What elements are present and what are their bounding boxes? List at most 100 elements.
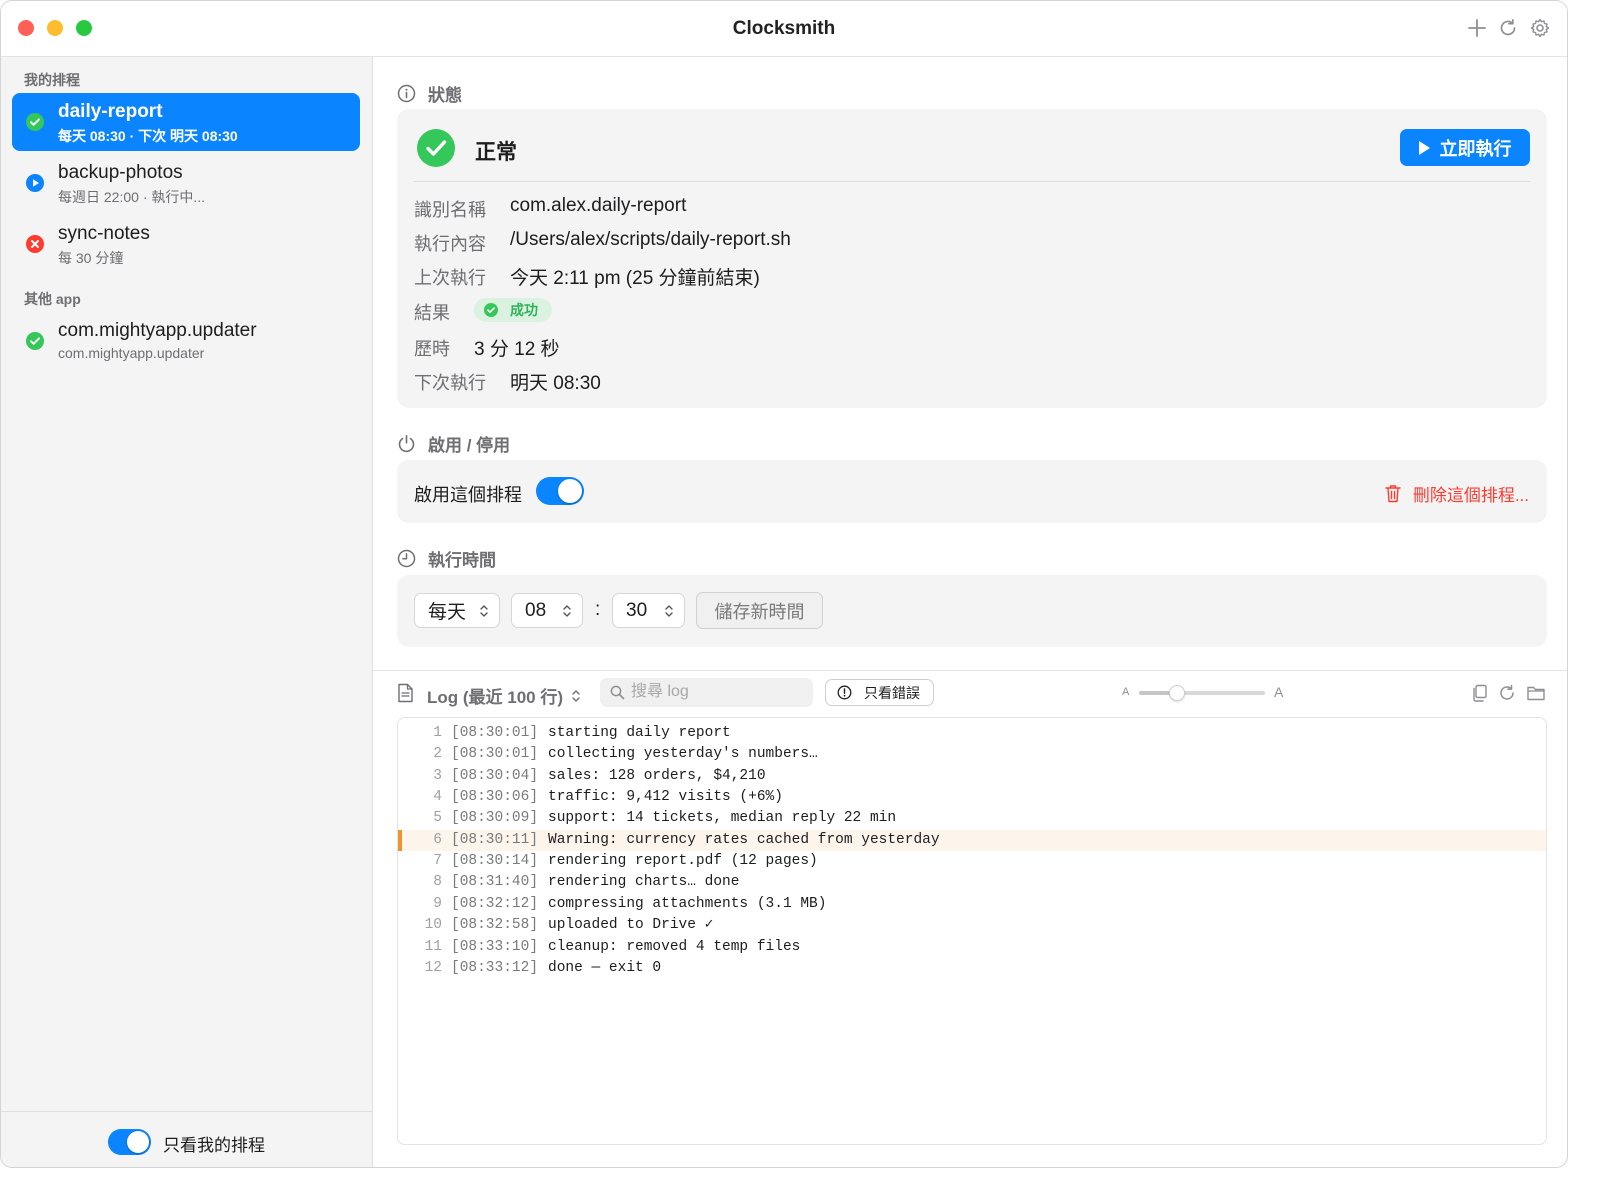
log-line-message: rendering charts… done [548, 874, 740, 891]
font-size-large-label: A [1274, 684, 1284, 700]
errors-only-label: 只看錯誤 [864, 684, 920, 701]
log-line-message: traffic: 9,412 visits (+6%) [548, 789, 783, 806]
frequency-value: 每天 [428, 602, 467, 623]
log-line-number: 10 [424, 917, 442, 934]
run-now-label: 立即執行 [1439, 138, 1512, 159]
log-line: 5 [08:30:09] support: 14 tickets, median r… [398, 808, 1546, 829]
plus-icon[interactable] [1466, 17, 1488, 39]
clock-icon [397, 549, 416, 568]
refresh-icon[interactable] [1497, 17, 1519, 39]
delete-schedule-label: 刪除這個排程... [1412, 486, 1529, 505]
log-line-timestamp: [08:30:04] [451, 767, 539, 784]
log-line-timestamp: [08:31:40] [451, 874, 539, 891]
search-icon [610, 685, 625, 700]
play-icon [1418, 140, 1430, 155]
log-search-field [600, 678, 813, 707]
enable-card: 啟用這個排程 刪除這個排程... [397, 460, 1547, 523]
log-line-number: 9 [433, 895, 442, 912]
sidebar: 我的排程 daily-report 每天 08:30 · 下次 明天 08:30… [1, 57, 373, 1167]
success-icon [26, 332, 44, 350]
time-section-header: 執行時間 [397, 546, 496, 571]
log-line-timestamp: [08:30:01] [451, 725, 539, 741]
log-line-number: 7 [433, 853, 442, 870]
log-line-message: rendering report.pdf (12 pages) [548, 853, 818, 870]
log-line-timestamp: [08:30:06] [451, 789, 539, 806]
chevron-updown-icon [563, 605, 571, 617]
frequency-select[interactable]: 每天 [414, 593, 500, 628]
log-line: 2 [08:30:01] collecting yesterday's number… [398, 744, 1546, 765]
status-section-title: 狀態 [428, 86, 462, 105]
run-now-button[interactable]: 立即執行 [1400, 129, 1530, 166]
status-card: 正常 立即執行 識別名稱 com.alex.daily-report 執行內容 … [397, 109, 1547, 408]
log-line-number: 6 [433, 831, 442, 848]
error-icon [26, 235, 44, 253]
minute-select[interactable]: 30 [612, 593, 685, 628]
chevron-updown-icon [480, 605, 488, 617]
enable-section-title: 啟用 / 停用 [428, 436, 511, 455]
font-size-slider[interactable] [1139, 685, 1265, 701]
sidebar-item-daily-report[interactable]: daily-report 每天 08:30 · 下次 明天 08:30 [12, 93, 360, 151]
running-icon [26, 174, 44, 192]
log-line-timestamp: [08:30:11] [451, 831, 539, 848]
log-line-timestamp: [08:32:58] [451, 917, 539, 934]
time-separator: : [595, 599, 601, 620]
enable-section-header: 啟用 / 停用 [397, 431, 510, 456]
reload-icon[interactable] [1497, 683, 1517, 703]
window-title: Clocksmith [732, 18, 836, 39]
log-line: 4 [08:30:06] traffic: 9,412 visits (+6%) [398, 787, 1546, 808]
log-toolbar: Log (最近 100 行) 只看錯誤 A [373, 671, 1567, 715]
identifier-label: 識別名稱 [414, 200, 486, 220]
app-window: Clocksmith 我的排程 daily-report 每天 08:30 · … [0, 0, 1568, 1168]
status-divider [413, 181, 1531, 182]
result-badge: 成功 [474, 298, 552, 322]
duration-label: 歷時 [414, 339, 450, 359]
log-line-message: compressing attachments (3.1 MB) [548, 895, 827, 912]
status-section-header: 狀態 [397, 81, 462, 106]
log-line-timestamp: [08:33:12] [451, 959, 539, 976]
info-icon [397, 84, 416, 103]
save-time-button[interactable]: 儲存新時間 [696, 592, 823, 629]
log-line-message: starting daily report [548, 725, 731, 741]
sidebar-item-mightyapp-updater[interactable]: com.mightyapp.updater com.mightyapp.upda… [12, 312, 360, 370]
success-icon [26, 113, 44, 131]
log-line-number: 3 [433, 767, 442, 784]
log-range-select[interactable]: Log (最近 100 行) [427, 683, 581, 708]
sidebar-item-subtitle: 每週日 22:00 · 執行中... [58, 189, 206, 205]
minute-value: 30 [626, 599, 648, 621]
enable-schedule-toggle[interactable] [536, 477, 584, 505]
log-output[interactable]: 1 [08:30:01] starting daily report 2 [08:30:… [397, 717, 1547, 1145]
enable-schedule-label: 啟用這個排程 [414, 485, 522, 505]
log-line-message: sales: 128 orders, $4,210 [548, 767, 766, 784]
title-bar: Clocksmith [1, 1, 1567, 57]
font-size-slider-knob[interactable] [1168, 685, 1185, 701]
last-run-value: 今天 2:11 pm (25 分鐘前結束) [510, 268, 760, 289]
sidebar-item-name: backup-photos [58, 162, 183, 183]
hour-select[interactable]: 08 [511, 593, 583, 628]
folder-icon[interactable] [1526, 683, 1546, 703]
gear-icon[interactable] [1529, 17, 1551, 39]
log-line-number: 11 [424, 938, 442, 955]
delete-schedule-button[interactable]: 刪除這個排程... [1385, 481, 1529, 506]
log-line: 7 [08:30:14] rendering report.pdf (12 page… [398, 851, 1546, 872]
sidebar-item-subtitle: com.mightyapp.updater [58, 345, 205, 361]
log-line: 8 [08:31:40] rendering charts… done [398, 872, 1546, 893]
only-my-schedules-label: 只看我的排程 [163, 1136, 265, 1155]
sidebar-item-sync-notes[interactable]: sync-notes 每 30 分鐘 [12, 215, 360, 273]
font-size-small-label: A [1122, 686, 1130, 698]
log-line-message: support: 14 tickets, median reply 22 min [548, 810, 897, 827]
result-value: 成功 [510, 302, 538, 318]
log-line-timestamp: [08:33:10] [451, 938, 539, 955]
log-line-timestamp: [08:32:12] [451, 895, 539, 912]
duration-value: 3 分 12 秒 [474, 339, 560, 360]
log-line-message: Warning: currency rates cached from yest… [548, 831, 940, 848]
log-search-input[interactable] [631, 682, 801, 702]
time-card: 每天 08 : 30 儲存新時間 [397, 575, 1547, 647]
hour-value: 08 [525, 599, 547, 621]
copy-icon[interactable] [1470, 683, 1490, 703]
errors-only-button[interactable]: 只看錯誤 [825, 679, 934, 706]
log-title: Log (最近 100 行) [427, 688, 564, 707]
result-label: 結果 [414, 303, 450, 323]
sidebar-item-backup-photos[interactable]: backup-photos 每週日 22:00 · 執行中... [12, 154, 360, 212]
only-my-schedules-toggle[interactable] [108, 1129, 151, 1155]
next-run-label: 下次執行 [414, 373, 486, 393]
